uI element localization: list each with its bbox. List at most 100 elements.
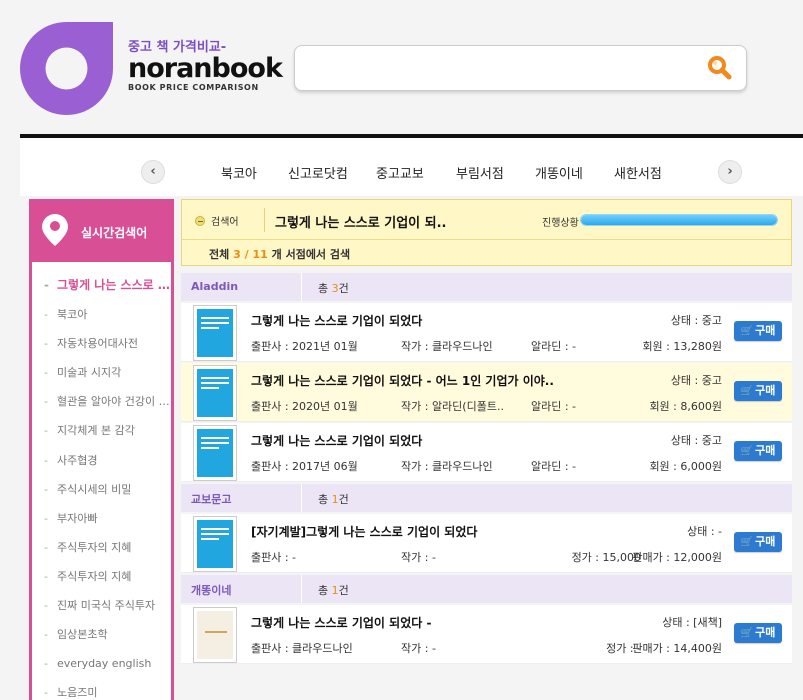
progress-bar	[580, 214, 778, 226]
cart-icon: 🛒	[740, 537, 754, 548]
keyword-item[interactable]: 주식투자의 지혜	[32, 533, 171, 562]
query-label: 검색어	[195, 213, 239, 228]
buy-button[interactable]: 🛒 구매	[734, 623, 782, 643]
search-icon[interactable]	[706, 54, 734, 82]
store-nav-item[interactable]: 새한서점	[614, 163, 662, 182]
book-row: 그렇게 나는 스스로 기업이 되었다 상태 : 중고 출판사 : 2017년 0…	[181, 423, 792, 482]
keyword-item[interactable]: 사주협경	[32, 446, 171, 475]
keyword-item[interactable]: 지각체계 본 감각	[32, 416, 171, 445]
book-title[interactable]: [자기계발]그렇게 나는 스스로 기업이 되었다	[251, 523, 606, 540]
keyword-item[interactable]: 노음즈미	[32, 678, 171, 700]
count-prefix: 총	[318, 493, 329, 506]
book-title[interactable]: 그렇게 나는 스스로 기업이 되었다	[251, 432, 606, 449]
book-publisher: 출판사 : 2017년 06월	[251, 460, 358, 473]
store-section-header: 개똥이네 총 1건	[181, 575, 792, 603]
book-store-price: 알라딘 : -	[531, 340, 577, 353]
cart-icon: 🛒	[740, 386, 754, 397]
summary-prefix: 전체	[209, 248, 230, 261]
store-nav-item[interactable]: 부림서점	[456, 163, 504, 182]
sidebar-header: 실시간검색어	[32, 202, 171, 262]
keyword-item[interactable]: 그렇게 나는 스스로 기업이 되었다	[32, 271, 171, 300]
logo-mark-icon[interactable]	[20, 22, 113, 115]
store-nav-item[interactable]: 북코아	[221, 163, 257, 182]
search-input[interactable]	[307, 56, 687, 82]
minus-icon	[195, 215, 205, 226]
buy-button[interactable]: 🛒 구매	[734, 381, 782, 401]
buy-button[interactable]: 🛒 구매	[734, 441, 782, 461]
section-store-name[interactable]: Aladdin	[191, 280, 238, 293]
book-price: 판매가 : 14,400원	[632, 642, 722, 655]
count-suffix: 건	[338, 584, 349, 597]
book-author: 작가 : 클라우드나인	[401, 340, 493, 353]
store-nav-item[interactable]: 신고로닷컴	[288, 163, 348, 182]
buy-button[interactable]: 🛒 구매	[734, 532, 782, 552]
cart-icon: 🛒	[740, 326, 754, 337]
logo-wordmark: noranbook	[128, 53, 283, 84]
search-summary: 전체 3 / 11 개 서점에서 검색	[209, 246, 350, 262]
book-publisher: 출판사 : 2020년 01월	[251, 400, 358, 413]
stores-total-count: 11	[252, 248, 268, 261]
keyword-item[interactable]: 혈관을 알아야 건강이 보인다	[32, 387, 171, 416]
book-cover[interactable]	[193, 516, 237, 572]
buy-label: 구매	[755, 535, 776, 548]
buy-button[interactable]: 🛒 구매	[734, 321, 782, 341]
divider	[301, 273, 302, 301]
nav-next-button[interactable]: ›	[718, 160, 742, 184]
location-pin-icon	[42, 214, 68, 246]
book-cover[interactable]	[193, 365, 237, 421]
logo[interactable]: 중고 책 가격비교- noranbook BOOK PRICE COMPARIS…	[128, 36, 283, 92]
book-title[interactable]: 그렇게 나는 스스로 기업이 되었다 -	[251, 614, 606, 631]
realtime-keywords-panel: 실시간검색어 그렇게 나는 스스로 기업이 되었다 북코아 자동차용어대사전 미…	[29, 199, 174, 700]
store-nav: ‹ 북코아 신고로닷컴 중고교보 부림서점 개똥이네 새한서점 ›	[20, 138, 803, 196]
book-condition: 상태 : [새책]	[662, 616, 722, 629]
book-author: 작가 : -	[401, 551, 436, 564]
nav-prev-button[interactable]: ‹	[141, 160, 165, 184]
progress-label: 진행상황	[542, 218, 579, 229]
book-condition: 상태 : 중고	[670, 314, 722, 327]
divider	[264, 208, 265, 232]
book-price: 회원 : 13,280원	[642, 340, 722, 353]
book-cover[interactable]	[193, 305, 237, 361]
book-author: 작가 : -	[401, 642, 436, 655]
book-row: [자기계발]그렇게 나는 스스로 기업이 되었다 상태 : - 출판사 : - …	[181, 514, 792, 573]
keyword-item[interactable]: 자동차용어대사전	[32, 329, 171, 358]
book-title[interactable]: 그렇게 나는 스스로 기업이 되었다	[251, 312, 606, 329]
book-author: 작가 : 알라딘(디폴트..	[401, 400, 504, 413]
query-label-text: 검색어	[211, 217, 239, 228]
section-result-count: 총 3건	[318, 280, 349, 296]
book-store-price: 알라딘 : -	[531, 400, 577, 413]
book-author: 작가 : 클라우드나인	[401, 460, 493, 473]
keyword-item[interactable]: 부자아빠	[32, 504, 171, 533]
book-list-price: 정가 : 15,000	[571, 551, 641, 564]
keyword-item[interactable]: everyday english	[32, 649, 171, 678]
progress-fill	[581, 215, 777, 225]
book-cover[interactable]	[193, 607, 237, 663]
keyword-item[interactable]: 주식투자의 지혜	[32, 562, 171, 591]
keyword-item[interactable]: 미술과 시지각	[32, 358, 171, 387]
count-suffix: 건	[338, 493, 349, 506]
book-condition: 상태 : 중고	[670, 434, 722, 447]
section-result-count: 총 1건	[318, 491, 349, 507]
store-nav-item[interactable]: 중고교보	[376, 163, 424, 182]
status-query-row: 검색어 그렇게 나는 스스로 기업이 되.. 진행상황	[182, 200, 791, 239]
count-suffix: 건	[338, 282, 349, 295]
status-summary-row: 전체 3 / 11 개 서점에서 검색	[182, 239, 791, 265]
keyword-item[interactable]: 주식시세의 비밀	[32, 475, 171, 504]
section-store-name[interactable]: 교보문고	[191, 491, 231, 507]
section-store-name[interactable]: 개똥이네	[191, 582, 231, 598]
keyword-item[interactable]: 북코아	[32, 300, 171, 329]
keyword-item[interactable]: 임상본초학	[32, 620, 171, 649]
book-publisher: 출판사 : -	[251, 551, 297, 564]
store-nav-item[interactable]: 개똥이네	[535, 163, 583, 182]
keyword-item[interactable]: 진짜 미국식 주식투자	[32, 591, 171, 620]
book-cover[interactable]	[193, 425, 237, 481]
book-row: 그렇게 나는 스스로 기업이 되었다 - 상태 : [새책] 출판사 : 클라우…	[181, 605, 792, 664]
book-condition: 상태 : -	[687, 525, 722, 538]
buy-label: 구매	[755, 384, 776, 397]
count-prefix: 총	[318, 584, 329, 597]
divider	[301, 484, 302, 512]
search-status-bar: 검색어 그렇게 나는 스스로 기업이 되.. 진행상황 전체 3 / 11 개 …	[181, 199, 792, 266]
count-number: 3	[331, 282, 339, 295]
book-title[interactable]: 그렇게 나는 스스로 기업이 되었다 - 어느 1인 기업가 이야..	[251, 372, 606, 389]
count-number: 1	[331, 584, 339, 597]
